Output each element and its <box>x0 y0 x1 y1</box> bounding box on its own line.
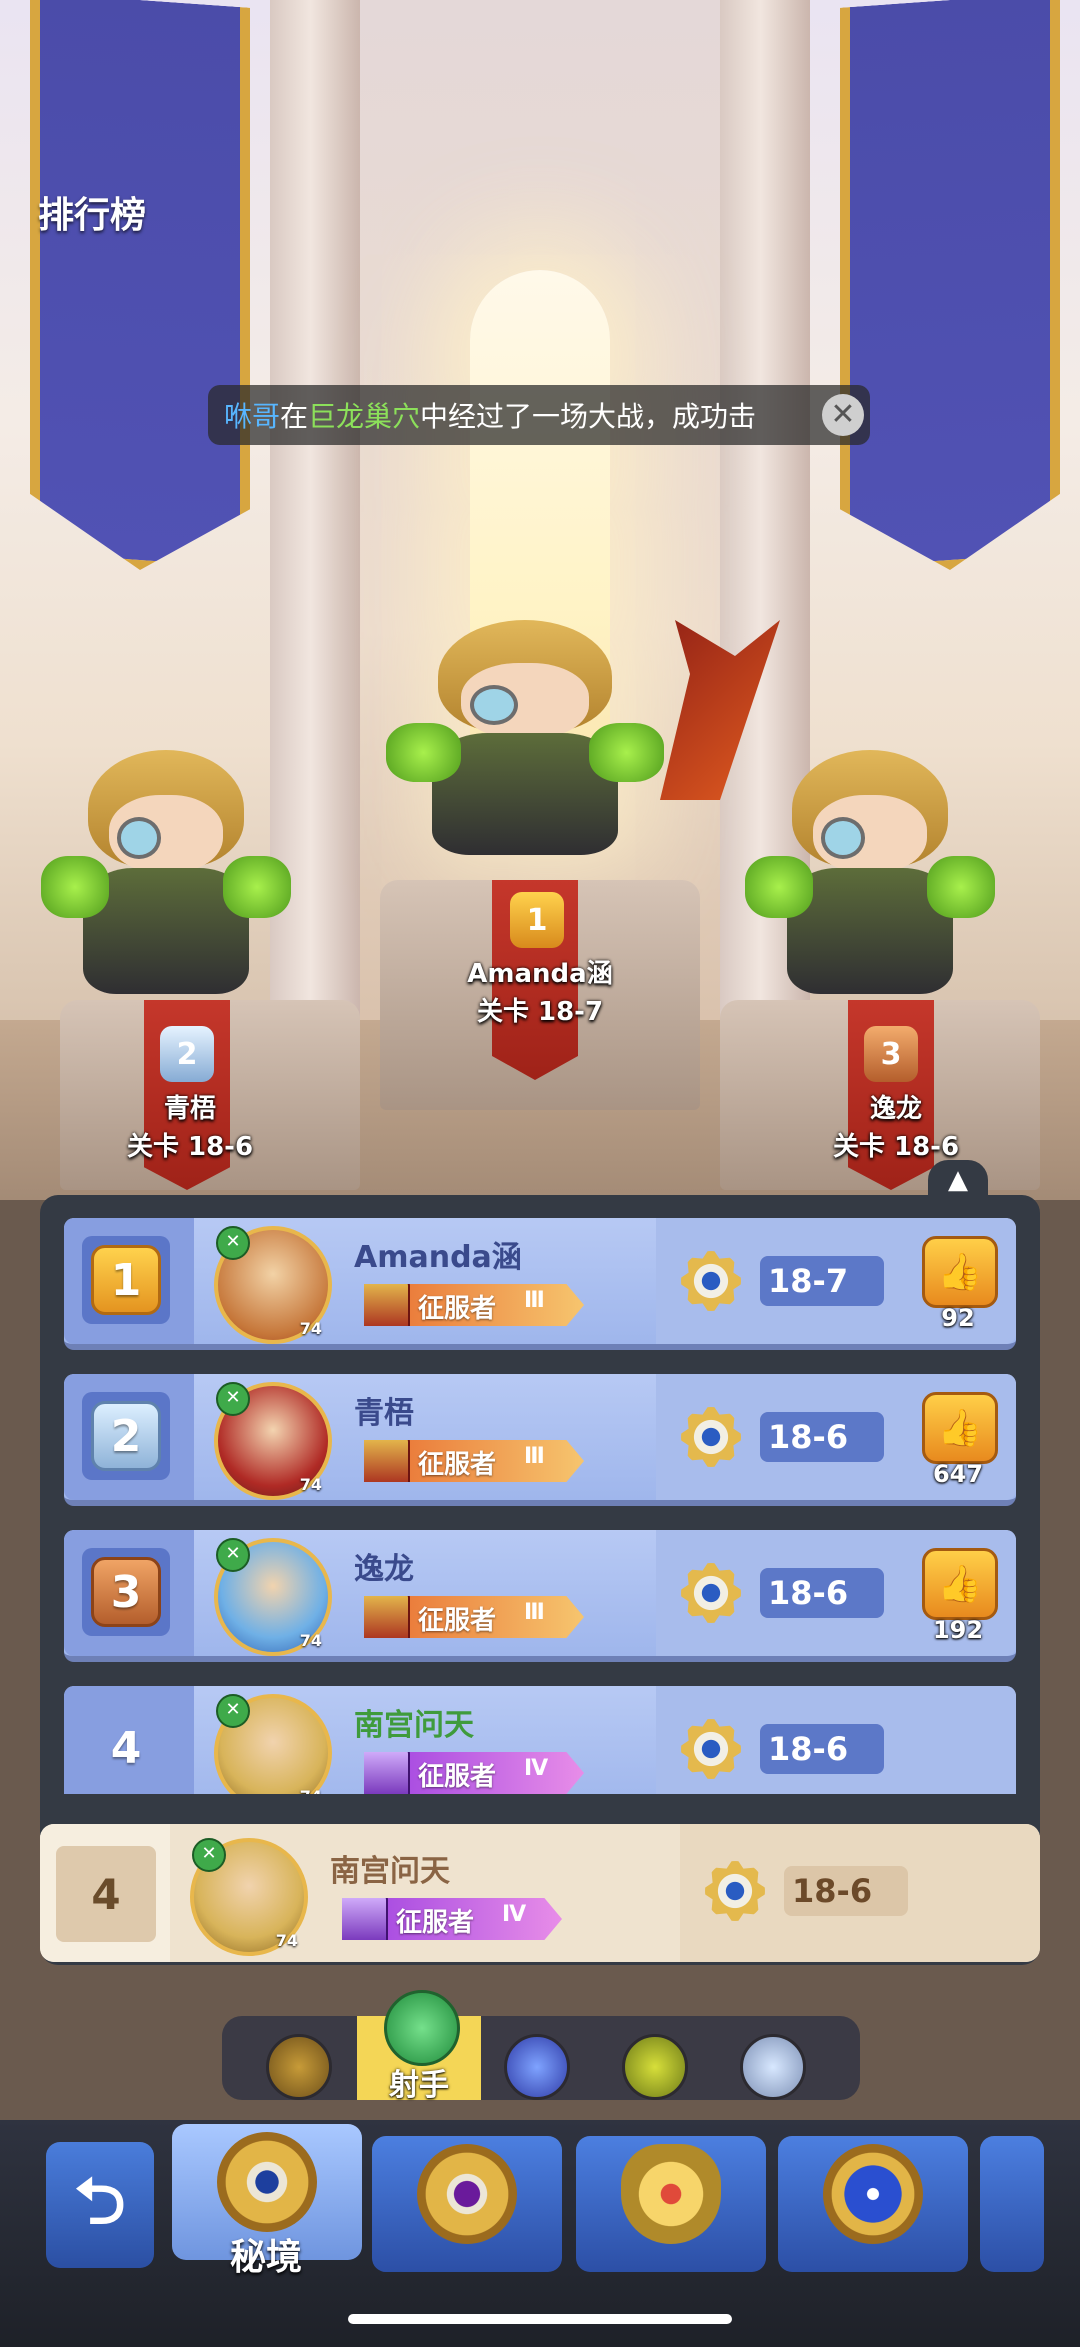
player-name: 逸龙 <box>354 1552 414 1587</box>
broadcast-ticker[interactable]: 咻哥在巨龙巢穴 中经过了一场大战，成功击 ✕ <box>208 385 870 445</box>
staff-icon[interactable] <box>504 2034 570 2100</box>
avatar-level: 74 <box>299 1319 322 1338</box>
thumbs-up-icon[interactable]: 👍 <box>922 1392 998 1464</box>
ranking-list[interactable]: 1 ✕ 74 Amanda涵 征服者 Ⅲ 18-7 👍 92 2 ✕ 74 青梧 征服… <box>64 1218 1016 1794</box>
bow-icon[interactable] <box>384 1990 460 2066</box>
class-icon: ✕ <box>216 1694 250 1728</box>
hero-rank-1[interactable] <box>380 620 670 890</box>
player-name: Amanda涵 <box>354 1240 522 1275</box>
podium-1-label: Amanda涵 关卡 18-7 <box>420 955 660 1031</box>
silver-medal-icon: 2 <box>91 1401 161 1471</box>
avatar-level: 74 <box>299 1631 322 1650</box>
like-count: 92 <box>941 1304 975 1332</box>
hero-rank-3[interactable] <box>740 750 1000 1030</box>
podium-rank-3-badge: 3 <box>864 1026 918 1082</box>
podium-3-label: 逸龙 关卡 18-6 <box>786 1090 1006 1166</box>
table-row[interactable]: 3 ✕ 74 逸龙 征服者 Ⅲ 18-6 👍 192 <box>64 1530 1016 1662</box>
conqueror-emblem-icon <box>342 1898 388 1940</box>
class-tabs: 射手 <box>222 1990 860 2103</box>
avatar[interactable]: ✕ 74 <box>190 1838 308 1956</box>
left-banner <box>30 0 250 578</box>
podium-2-label: 青梧 关卡 18-6 <box>80 1090 300 1166</box>
right-banner <box>840 0 1060 578</box>
avatar[interactable]: ✕ 74 <box>214 1226 332 1344</box>
podium-rank-1-badge: 1 <box>510 892 564 948</box>
podium-2-stage: 关卡 18-6 <box>126 1132 254 1162</box>
mode-partial[interactable] <box>980 2136 1044 2272</box>
mode-crown[interactable] <box>576 2136 766 2272</box>
page-title: 排行榜 <box>38 195 147 236</box>
stage-value: 18-6 <box>760 1568 884 1618</box>
avatar-level: 74 <box>300 1787 322 1794</box>
conqueror-emblem-icon <box>364 1752 410 1794</box>
class-icon: ✕ <box>216 1226 250 1260</box>
hero-rank-2[interactable] <box>36 750 296 1030</box>
table-row[interactable]: 4 ✕ 74 南宫问天 征服者Ⅳ 18-6 <box>64 1686 1016 1794</box>
ticker-place: 巨龙巢穴 <box>308 400 421 433</box>
conqueror-emblem-icon <box>364 1284 410 1326</box>
podium-rank-2-badge: 2 <box>160 1026 214 1082</box>
close-icon[interactable]: ✕ <box>822 394 864 436</box>
mode-star[interactable] <box>778 2136 968 2272</box>
thumbs-up-icon[interactable]: 👍 <box>922 1236 998 1308</box>
ticker-player[interactable]: 咻哥 <box>224 395 280 435</box>
podium-1-name: Amanda涵 <box>467 959 613 989</box>
stage-value: 18-6 <box>760 1724 884 1774</box>
tab-archer-label[interactable]: 射手 <box>357 2060 481 2104</box>
bronze-medal-icon: 3 <box>91 1557 161 1627</box>
like-count: 192 <box>932 1616 984 1644</box>
home-indicator[interactable] <box>348 2314 732 2324</box>
chevron-up-icon[interactable]: ▲ <box>928 1160 988 1198</box>
player-name: 青梧 <box>354 1396 414 1431</box>
player-name: 南宫问天 <box>354 1708 474 1743</box>
cross-icon[interactable] <box>740 2034 806 2100</box>
podium-2-name: 青梧 <box>163 1094 216 1124</box>
table-row[interactable]: 1 ✕ 74 Amanda涵 征服者 Ⅲ 18-7 👍 92 <box>64 1218 1016 1350</box>
avatar[interactable]: ✕ 74 <box>214 1382 332 1500</box>
my-rank-row[interactable]: 4 ✕ 74 南宫问天 征服者 Ⅳ 18-6 <box>40 1824 1040 1962</box>
avatar[interactable]: ✕ 74 <box>214 1694 332 1794</box>
podium-1-stage: 关卡 18-7 <box>476 997 604 1027</box>
avatar-level: 74 <box>299 1475 322 1494</box>
axe-icon[interactable] <box>266 2034 332 2100</box>
conqueror-emblem-icon <box>364 1596 410 1638</box>
title-badge: 征服者 Ⅲ <box>364 1284 584 1326</box>
secret-realm-emblem <box>217 2132 317 2232</box>
gold-medal-icon: 1 <box>91 1245 161 1315</box>
title-badge: 征服者 Ⅳ <box>342 1898 562 1940</box>
title-badge: 征服者 Ⅲ <box>364 1440 584 1482</box>
mode-secret-realm-label: 秘境 <box>229 2237 302 2278</box>
my-name: 南宫问天 <box>330 1854 450 1889</box>
back-arrow-icon[interactable]: ⮌ <box>46 2142 154 2268</box>
star-emblem <box>823 2144 923 2244</box>
arena-scene: 1 Amanda涵 关卡 18-7 2 青梧 关卡 18-6 3 逸龙 关卡 1… <box>0 0 1080 1200</box>
class-icon: ✕ <box>192 1838 226 1872</box>
title-badge: 征服者 Ⅳ <box>364 1752 584 1794</box>
ticker-text: 在 <box>280 400 309 433</box>
podium-3-name: 逸龙 <box>869 1094 922 1124</box>
like-count: 647 <box>932 1460 984 1488</box>
my-rank: 4 <box>56 1846 156 1942</box>
my-stage-value: 18-6 <box>784 1866 908 1916</box>
mode-purple[interactable] <box>372 2136 562 2272</box>
stage-value: 18-6 <box>760 1412 884 1462</box>
stage-value: 18-7 <box>760 1256 884 1306</box>
avatar[interactable]: ✕ 74 <box>214 1538 332 1656</box>
avatar-level: 74 <box>275 1931 298 1950</box>
sword-icon[interactable] <box>622 2034 688 2100</box>
title-badge: 征服者 Ⅲ <box>364 1596 584 1638</box>
purple-emblem <box>417 2144 517 2244</box>
thumbs-up-icon[interactable]: 👍 <box>922 1548 998 1620</box>
class-icon: ✕ <box>216 1538 250 1572</box>
conqueror-emblem-icon <box>364 1440 410 1482</box>
rank-number: 4 <box>110 1722 142 1774</box>
table-row[interactable]: 2 ✕ 74 青梧 征服者 Ⅲ 18-6 👍 647 <box>64 1374 1016 1506</box>
ticker-text: 中经过了一场大战，成功击 <box>420 400 757 433</box>
crown-emblem <box>621 2144 721 2244</box>
class-icon: ✕ <box>216 1382 250 1416</box>
